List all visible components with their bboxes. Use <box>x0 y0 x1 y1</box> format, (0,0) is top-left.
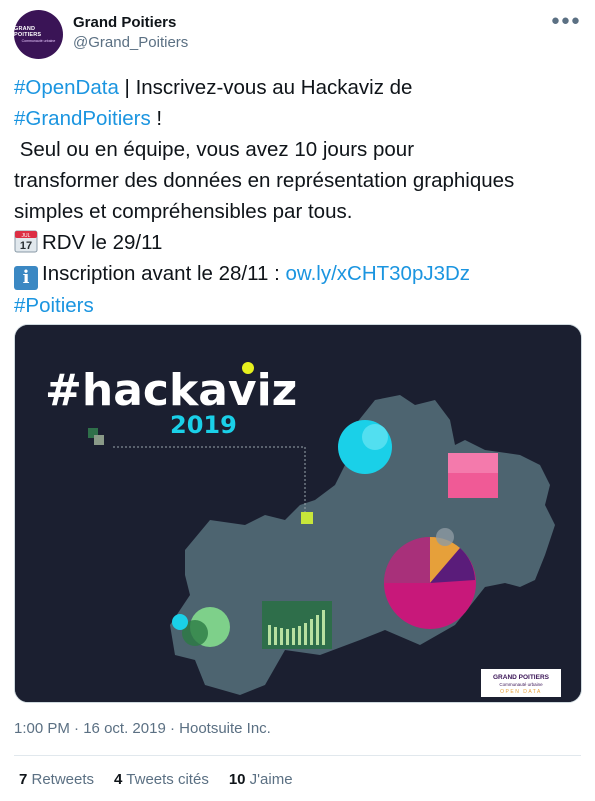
tweet-text-segment: | Inscrivez-vous au Hackaviz de <box>118 76 413 99</box>
hashtag-grandpoitiers-link[interactable]: #GrandPoitiers <box>14 107 151 130</box>
tweet-line-5: simples et compréhensibles par tous. <box>14 200 353 223</box>
avatar-logo-text: GRAND POITIERS <box>14 26 42 38</box>
hackaviz-poster: #hackaviz 2019 GRAND POITIERS Communauté… <box>15 325 581 702</box>
rdv-text: RDV le 29/11 <box>42 231 163 254</box>
tweet-line-6: JUL 17 RDV le 29/11 <box>14 227 584 258</box>
tweet-date[interactable]: 16 oct. 2019 <box>83 720 166 737</box>
calendar-day: 17 <box>20 240 32 252</box>
likes-stat[interactable]: 10 J'aime <box>229 771 293 788</box>
likes-label: J'aime <box>245 771 293 788</box>
calendar-icon: JUL 17 <box>14 230 38 253</box>
tweet-meta: 1:00 PM · 16 oct. 2019 · Hootsuite Inc. <box>14 720 271 737</box>
tweet-header: GRAND POITIERS Communauté urbaine Grand … <box>14 10 581 60</box>
info-icon: i <box>14 266 38 290</box>
inscription-text: Inscription avant le 28/11 : <box>42 262 286 285</box>
tweet-text-segment: ! <box>150 107 163 130</box>
author-handle[interactable]: @Grand_Poitiers <box>73 34 188 51</box>
separator: · <box>69 720 84 737</box>
avatar[interactable]: GRAND POITIERS Communauté urbaine <box>14 10 63 59</box>
separator: · <box>165 720 180 737</box>
inscription-link[interactable]: ow.ly/xCHT30pJ3Dz <box>286 262 471 285</box>
retweets-label: Retweets <box>27 771 95 788</box>
tweet-line-7: i Inscription avant le 28/11 : ow.ly/xCHT… <box>14 258 584 290</box>
avatar-logo-subtext: Communauté urbaine <box>21 39 56 43</box>
logo-text-3: OPEN DATA <box>500 689 542 695</box>
tweet-text: #OpenData | Inscrivez-vous au Hackaviz d… <box>14 72 584 321</box>
tweet-line-3: Seul ou en équipe, vous avez 10 jours po… <box>14 138 415 161</box>
tweet-line-1: #OpenData | Inscrivez-vous au Hackaviz d… <box>14 72 584 103</box>
author-name[interactable]: Grand Poitiers <box>73 14 176 31</box>
tweet-line-2: #GrandPoitiers ! <box>14 103 584 134</box>
quotes-stat[interactable]: 4 Tweets cités <box>114 771 209 788</box>
tweet-time[interactable]: 1:00 PM <box>14 720 70 737</box>
retweets-stat[interactable]: 7 Retweets <box>19 771 94 788</box>
tweet-source[interactable]: Hootsuite Inc. <box>179 720 271 737</box>
poster-title: #hackaviz <box>45 365 297 416</box>
poster-year: 2019 <box>170 411 237 439</box>
more-horizontal-icon[interactable]: ●●● <box>551 12 581 29</box>
quotes-label: Tweets cités <box>122 771 209 788</box>
hashtag-poitiers-link[interactable]: #Poitiers <box>14 294 94 317</box>
tweet-stats: 7 Retweets 4 Tweets cités 10 J'aime <box>19 771 293 788</box>
likes-count: 10 <box>228 771 246 788</box>
hashtag-opendata-link[interactable]: #OpenData <box>14 76 119 99</box>
logo-text-2: Communauté urbaine <box>499 682 543 687</box>
tweet-line-8: #Poitiers <box>14 290 584 321</box>
divider <box>14 755 581 756</box>
logo-text-1: GRAND POITIERS <box>493 674 550 681</box>
calendar-month: JUL <box>22 233 31 239</box>
tweet-line-4: transformer des données en représentatio… <box>14 169 515 192</box>
tweet-media-image[interactable]: #hackaviz 2019 GRAND POITIERS Communauté… <box>14 324 582 703</box>
